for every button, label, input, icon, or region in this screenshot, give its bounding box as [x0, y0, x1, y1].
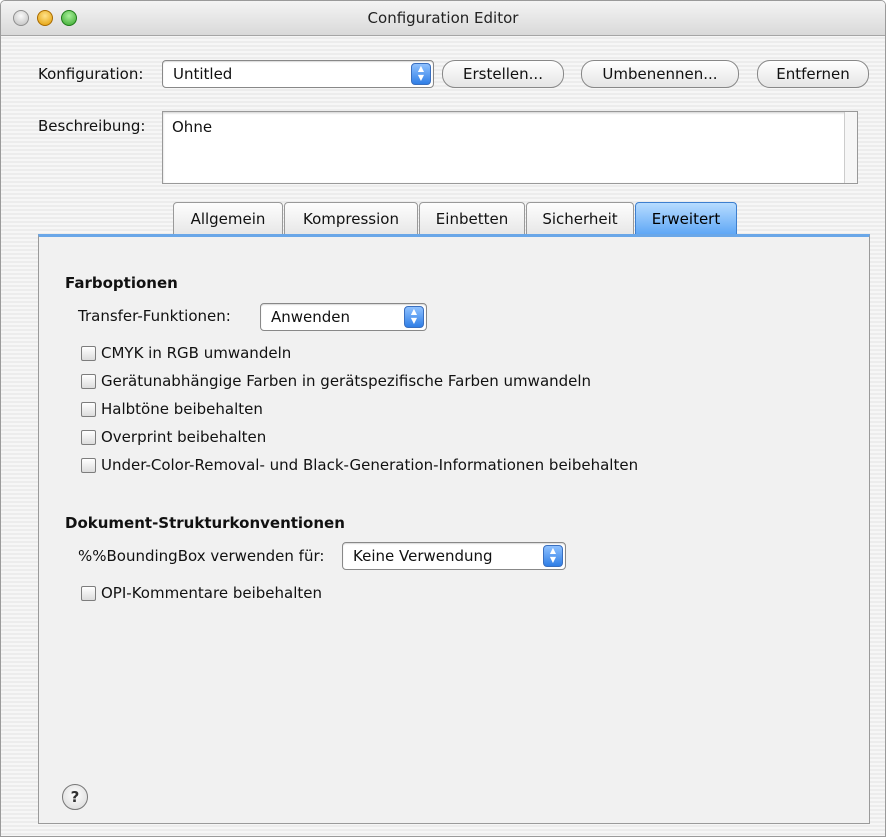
- configuration-selected: Untitled: [173, 65, 233, 83]
- document-structure-heading: Dokument-Strukturkonventionen: [65, 514, 345, 532]
- tab-sicherheit[interactable]: Sicherheit: [526, 202, 634, 236]
- preserve-overprint-checkbox[interactable]: [81, 430, 96, 445]
- configuration-editor-window: Configuration Editor Konfiguration: Unti…: [0, 0, 886, 837]
- transfer-functions-value: Anwenden: [271, 308, 351, 326]
- popup-arrows-icon: ▲ ▼: [543, 545, 563, 567]
- help-icon[interactable]: ?: [62, 784, 88, 810]
- rename-button[interactable]: Umbenennen...: [581, 60, 739, 88]
- color-options-heading: Farboptionen: [65, 274, 178, 292]
- remove-button[interactable]: Entfernen: [757, 60, 869, 88]
- bounding-box-popup[interactable]: Keine Verwendung ▲ ▼: [342, 542, 566, 570]
- configuration-label: Konfiguration:: [38, 65, 144, 83]
- cmyk-to-rgb-label: CMYK in RGB umwandeln: [101, 344, 292, 362]
- description-field[interactable]: Ohne: [162, 111, 858, 184]
- popup-arrows-icon: ▲ ▼: [411, 63, 431, 85]
- transfer-functions-popup[interactable]: Anwenden ▲ ▼: [260, 303, 427, 331]
- popup-arrows-icon: ▲ ▼: [404, 306, 424, 328]
- preserve-ucr-bg-checkbox[interactable]: [81, 458, 96, 473]
- title-bar[interactable]: Configuration Editor: [1, 1, 885, 36]
- tab-einbetten[interactable]: Einbetten: [419, 202, 525, 236]
- description-scrollbar[interactable]: [844, 112, 857, 183]
- cmyk-to-rgb-checkbox[interactable]: [81, 346, 96, 361]
- create-button[interactable]: Erstellen...: [442, 60, 564, 88]
- tab-erweitert[interactable]: Erweitert: [635, 202, 737, 236]
- preserve-ucr-bg-label: Under-Color-Removal- und Black-Generatio…: [101, 456, 639, 474]
- preserve-overprint-label: Overprint beibehalten: [101, 428, 267, 446]
- window-title: Configuration Editor: [367, 9, 519, 27]
- preserve-opi-comments-checkbox[interactable]: [81, 586, 96, 601]
- preserve-opi-comments-label: OPI-Kommentare beibehalten: [101, 584, 322, 602]
- bounding-box-value: Keine Verwendung: [353, 547, 493, 565]
- description-label: Beschreibung:: [38, 117, 146, 135]
- tab-kompression[interactable]: Kompression: [284, 202, 418, 236]
- description-value: Ohne: [172, 118, 213, 136]
- device-independent-colors-label: Gerätunabhängige Farben in gerätspezifis…: [101, 372, 592, 390]
- bounding-box-label: %%BoundingBox verwenden für:: [78, 547, 325, 565]
- preserve-halftones-checkbox[interactable]: [81, 402, 96, 417]
- device-independent-colors-checkbox[interactable]: [81, 374, 96, 389]
- tab-allgemein[interactable]: Allgemein: [173, 202, 283, 236]
- configuration-popup[interactable]: Untitled ▲ ▼: [162, 60, 434, 88]
- preserve-halftones-label: Halbtöne beibehalten: [101, 400, 263, 418]
- transfer-functions-label: Transfer-Funktionen:: [78, 307, 231, 325]
